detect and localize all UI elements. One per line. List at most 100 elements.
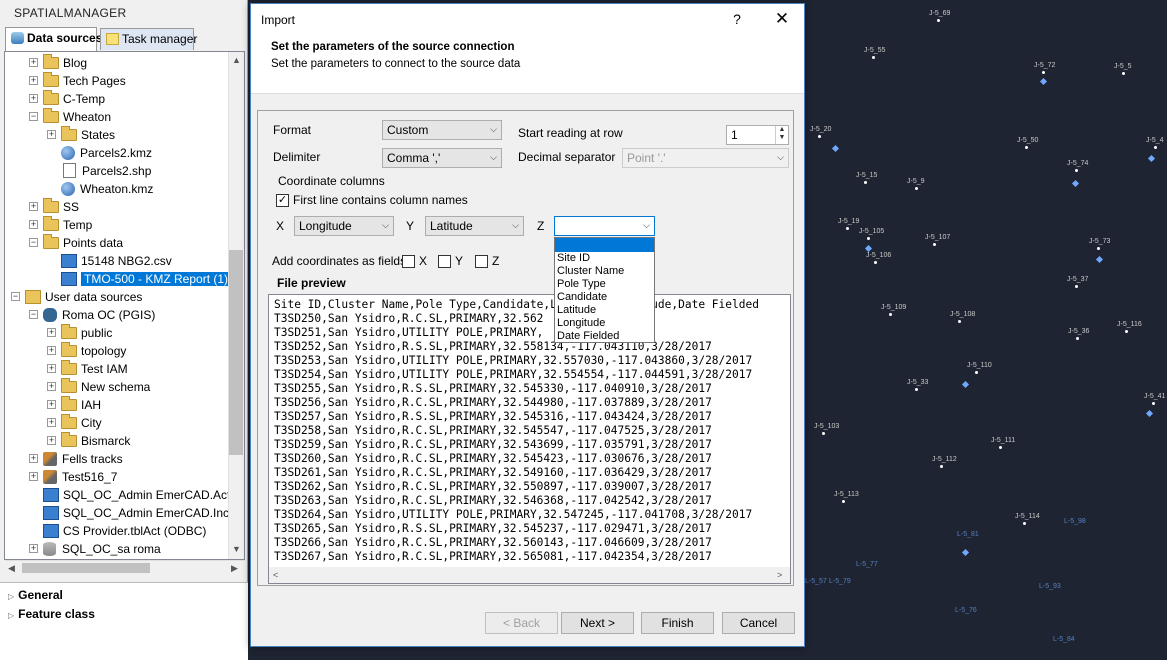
collapse-icon[interactable]: −: [29, 310, 38, 319]
expand-icon[interactable]: +: [47, 382, 56, 391]
finish-button[interactable]: Finish: [641, 612, 714, 634]
z-option-site-id[interactable]: Site ID: [555, 252, 654, 265]
tree-item-blog[interactable]: + Blog: [11, 54, 87, 72]
schema-folder-icon: [61, 342, 77, 357]
add-z-checkbox[interactable]: [475, 255, 488, 268]
expand-icon[interactable]: +: [47, 418, 56, 427]
expand-icon[interactable]: +: [47, 130, 56, 139]
back-button[interactable]: < Back: [485, 612, 558, 634]
x-column-select[interactable]: Longitude ⌵: [294, 216, 394, 236]
tree-item-sql-oc-admin-actx[interactable]: SQL_OC_Admin EmerCAD.ActX: [11, 486, 238, 504]
tree-item-temp[interactable]: + Temp: [11, 216, 92, 234]
expand-icon[interactable]: +: [47, 436, 56, 445]
tree-item-fells-tracks[interactable]: + Fells tracks: [11, 450, 123, 468]
tree-item-parcels2-kmz[interactable]: Parcels2.kmz: [29, 144, 152, 162]
cancel-button[interactable]: Cancel: [722, 612, 795, 634]
preview-line: T3SD254,San Ysidro,UTILITY POLE,PRIMARY,…: [274, 368, 753, 381]
collapse-icon[interactable]: −: [29, 112, 38, 121]
tree-item-user-data-sources[interactable]: − User data sources: [5, 288, 142, 306]
tree-item-city[interactable]: + City: [29, 414, 102, 432]
preview-line: T3SD251,San Ysidro,UTILITY POLE,PRIMARY,: [274, 326, 544, 339]
tree-item-states[interactable]: + States: [29, 126, 115, 144]
z-option-cluster-name[interactable]: Cluster Name: [555, 265, 654, 278]
scroll-up-icon[interactable]: ▲: [232, 55, 241, 65]
expand-icon[interactable]: +: [29, 202, 38, 211]
tree-item-test516-7[interactable]: + Test516_7: [11, 468, 117, 486]
tree-item-wheaton-kmz[interactable]: Wheaton.kmz: [29, 180, 153, 198]
format-select[interactable]: Custom ⌵: [382, 120, 502, 140]
scroll-left-icon[interactable]: <: [273, 570, 278, 580]
globe-icon: [61, 146, 75, 160]
map-point-label: J-5_106: [866, 252, 892, 264]
tab-task-manager[interactable]: Task manager: [100, 28, 197, 50]
map-point-label: J-5_107: [925, 234, 951, 246]
next-button[interactable]: Next >: [561, 612, 634, 634]
z-option-longitude[interactable]: Longitude: [555, 317, 654, 330]
section-general[interactable]: ▷ General: [8, 588, 63, 602]
chevron-down-icon: ⌵: [643, 220, 650, 230]
tree-item-roma-oc[interactable]: − Roma OC (PGIS): [11, 306, 155, 324]
tree-item-new-schema[interactable]: + New schema: [29, 378, 150, 396]
expand-icon[interactable]: +: [47, 346, 56, 355]
first-line-label: First line contains column names: [293, 193, 468, 207]
data-source-tree[interactable]: + Blog + Tech Pages + C-Temp − Wheaton + Stat…: [4, 51, 245, 560]
tree-item-bismarck[interactable]: + Bismarck: [29, 432, 130, 450]
tree-item-cs-provider[interactable]: CS Provider.tblAct (ODBC): [11, 522, 206, 540]
scroll-right-icon[interactable]: >: [777, 570, 782, 580]
tree-item-label: SS: [63, 200, 80, 214]
expand-icon[interactable]: +: [29, 220, 38, 229]
scroll-left-icon[interactable]: ◀: [8, 563, 15, 574]
scroll-right-icon[interactable]: ▶: [231, 563, 238, 574]
file-preview[interactable]: Site ID,Cluster Name,Pole Type,Candidate…: [268, 294, 791, 584]
section-feature-class[interactable]: ▷ Feature class: [8, 607, 95, 621]
scroll-down-icon[interactable]: ▼: [232, 544, 241, 554]
expand-icon[interactable]: +: [47, 364, 56, 373]
tree-item-iah[interactable]: + IAH: [29, 396, 101, 414]
help-button[interactable]: ?: [727, 11, 747, 27]
preview-horizontal-scrollbar[interactable]: < >: [269, 567, 790, 583]
add-y-checkbox[interactable]: [438, 255, 451, 268]
expand-icon[interactable]: +: [47, 328, 56, 337]
collapse-icon[interactable]: −: [11, 292, 20, 301]
tree-item-topology[interactable]: + topology: [29, 342, 126, 360]
tree-item-points-data[interactable]: − Points data: [11, 234, 123, 252]
tree-item-label: Fells tracks: [62, 452, 123, 466]
tree-item-test-iam[interactable]: + Test IAM: [29, 360, 128, 378]
tree-item-parcels2-shp[interactable]: Parcels2.shp: [29, 162, 151, 180]
expand-icon[interactable]: +: [29, 58, 38, 67]
add-x-checkbox[interactable]: [402, 255, 415, 268]
expand-icon[interactable]: +: [29, 544, 38, 553]
expand-icon[interactable]: +: [29, 76, 38, 85]
tree-item-ss[interactable]: + SS: [11, 198, 79, 216]
tree-horizontal-scroll-thumb[interactable]: [22, 563, 150, 573]
expand-icon[interactable]: +: [47, 400, 56, 409]
tree-item-sql-oc-admin-inci[interactable]: SQL_OC_Admin EmerCAD.Inci: [11, 504, 232, 522]
delimiter-select[interactable]: Comma ',' ⌵: [382, 148, 502, 168]
close-button[interactable]: ✕: [770, 9, 794, 29]
y-column-select[interactable]: Latitude ⌵: [425, 216, 524, 236]
tree-item-wheaton[interactable]: − Wheaton: [11, 108, 111, 126]
expand-icon[interactable]: +: [29, 472, 38, 481]
collapse-icon[interactable]: −: [29, 238, 38, 247]
tree-item-public[interactable]: + public: [29, 324, 112, 342]
z-option-date-fielded[interactable]: Date Fielded: [555, 330, 654, 343]
tab-data-sources[interactable]: Data sources: [5, 27, 102, 51]
z-option-candidate[interactable]: Candidate: [555, 291, 654, 304]
tree-item-15148-nbg2-csv[interactable]: 15148 NBG2.csv: [29, 252, 172, 270]
z-option-empty[interactable]: [555, 238, 654, 252]
z-option-latitude[interactable]: Latitude: [555, 304, 654, 317]
z-option-pole-type[interactable]: Pole Type: [555, 278, 654, 291]
tree-item-c-temp[interactable]: + C-Temp: [11, 90, 105, 108]
tree-vertical-scroll-thumb[interactable]: [229, 250, 243, 455]
z-column-dropdown-list[interactable]: Site ID Cluster Name Pole Type Candidate…: [554, 237, 655, 343]
decimal-separator-select[interactable]: Point '.' ⌵: [622, 148, 789, 168]
stepper-arrows-icon[interactable]: ▲ ▼: [775, 126, 788, 144]
tree-item-tech-pages[interactable]: + Tech Pages: [11, 72, 126, 90]
tree-item-tmo-500-kmz-report[interactable]: TMO-500 - KMZ Report (1): [29, 270, 232, 288]
expand-icon[interactable]: +: [29, 94, 38, 103]
expand-icon[interactable]: +: [29, 454, 38, 463]
z-column-select[interactable]: ⌵: [554, 216, 655, 236]
delimiter-label: Delimiter: [273, 150, 321, 164]
first-line-checkbox[interactable]: ✓: [276, 194, 289, 207]
tree-item-sql-oc-sa-roma[interactable]: + SQL_OC_sa roma: [11, 540, 161, 558]
